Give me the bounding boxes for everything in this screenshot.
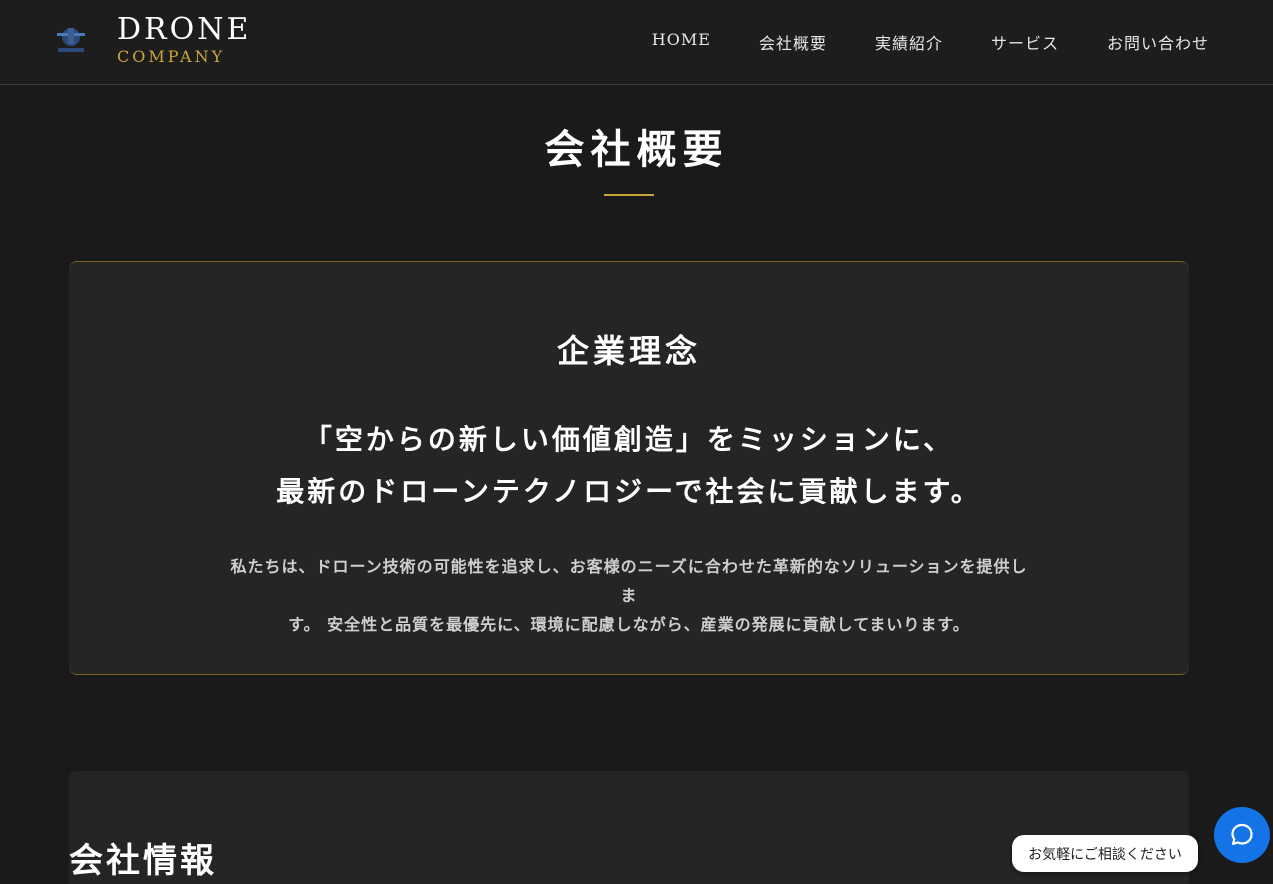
mission-line-2: 最新のドローンテクノロジーで社会に貢献します。 [276,475,982,508]
main-nav: HOME 会社概要 実績紹介 サービス お問い合わせ [652,30,1209,54]
philosophy-heading: 企業理念 [556,332,701,370]
brand-subtitle[interactable]: COMPANY [117,47,225,66]
nav-services[interactable]: サービス [991,30,1059,54]
body-line-1: 私たちは、ドローン技術の可能性を追求し、お客様のニーズに合わせた革新的なソリュー… [230,557,1028,605]
chat-button[interactable] [1214,807,1270,863]
site-header: DRONE COMPANY HOME 会社概要 実績紹介 サービス お問い合わせ [0,0,1273,85]
philosophy-body: 私たちは、ドローン技術の可能性を追求し、お客様のニーズに合わせた革新的なソリュー… [229,552,1029,639]
title-underline [604,194,654,196]
nav-contact[interactable]: お問い合わせ [1107,30,1209,54]
brand-name[interactable]: DRONE [117,12,251,47]
company-info-heading: 会社情報 [69,841,217,881]
nav-home[interactable]: HOME [652,30,711,54]
drone-logo-icon[interactable] [54,22,88,56]
mission-line-1: 「空からの新しい価値創造」をミッションに、 [303,423,955,456]
page-title: 会社概要 [544,126,729,173]
chat-icon [1231,823,1253,846]
nav-company[interactable]: 会社概要 [759,30,827,54]
body-line-2: す。 安全性と品質を最優先に、環境に配慮しながら、産業の発展に貢献してまいります… [288,615,970,634]
chat-prompt[interactable]: お気軽にご相談ください [1012,835,1198,872]
mission-statement: 「空からの新しい価値創造」をミッションに、 最新のドローンテクノロジーで社会に貢… [69,414,1189,518]
nav-works[interactable]: 実績紹介 [875,30,943,54]
philosophy-card: 企業理念 「空からの新しい価値創造」をミッションに、 最新のドローンテクノロジー… [69,261,1189,675]
